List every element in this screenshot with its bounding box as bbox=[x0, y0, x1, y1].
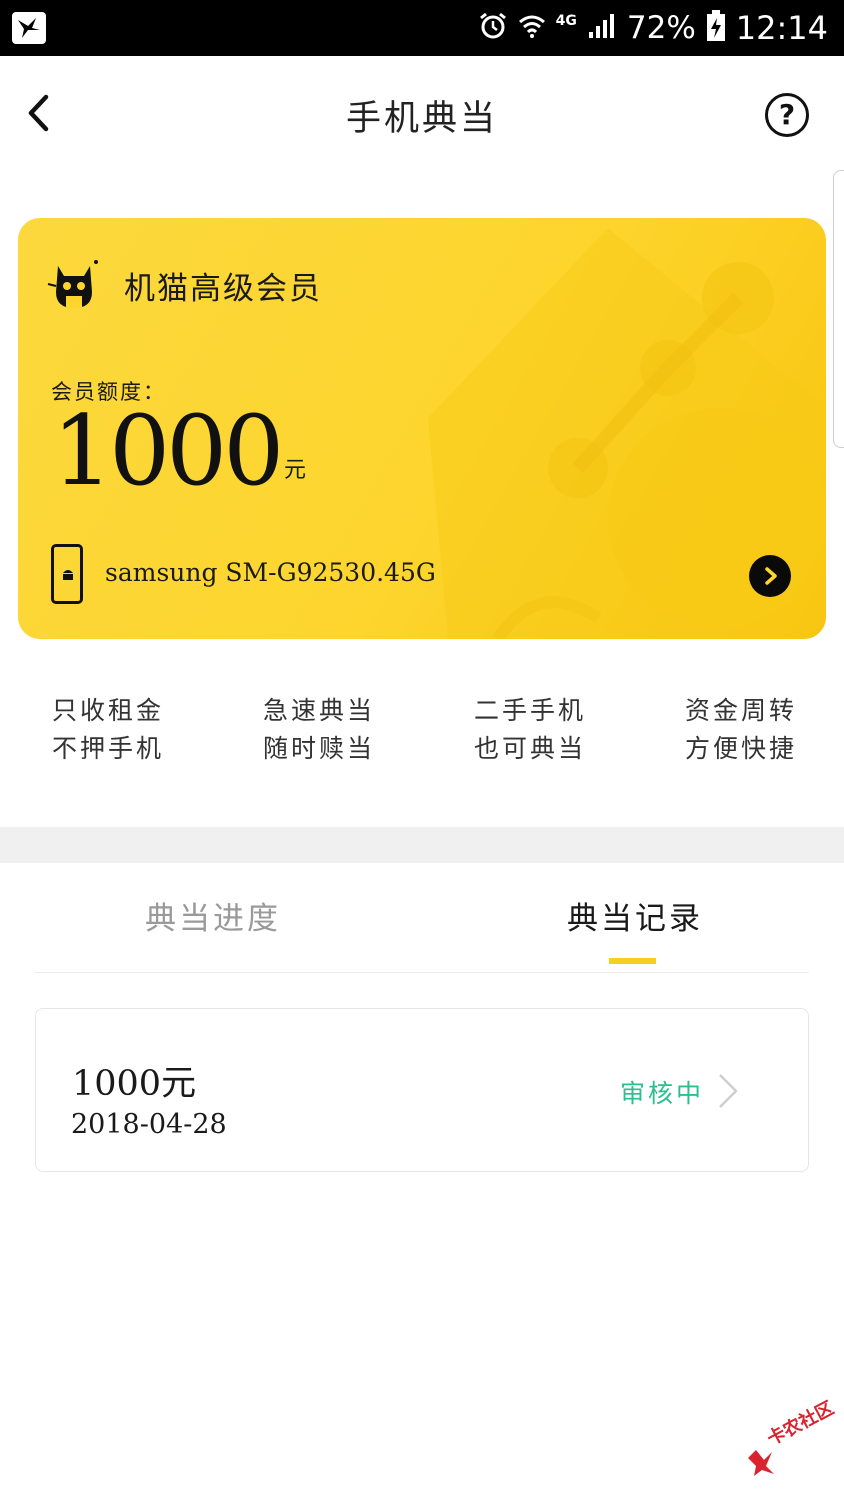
help-button[interactable]: ? bbox=[765, 93, 809, 137]
feature-item: 二手手机 也可典当 bbox=[474, 696, 587, 763]
cat-logo-icon bbox=[46, 256, 102, 312]
app-header: 手机典当 ? bbox=[0, 56, 844, 176]
device-name: samsung SM-G92530.45G bbox=[105, 558, 436, 587]
status-bar: 4G 72% 12:14 bbox=[0, 0, 844, 56]
page-title: 手机典当 bbox=[345, 99, 498, 139]
device-detail-button[interactable] bbox=[749, 555, 791, 597]
credit-unit: 元 bbox=[284, 458, 307, 483]
signal-icon bbox=[587, 12, 617, 44]
wifi-icon bbox=[518, 12, 546, 44]
chevron-right-icon bbox=[719, 1074, 738, 1108]
record-status: 审核中 bbox=[620, 1079, 705, 1108]
chevron-right-icon bbox=[765, 567, 777, 585]
feature-item: 只收租金 不押手机 bbox=[52, 696, 165, 763]
app-notification-icon bbox=[12, 12, 46, 44]
clock: 12:14 bbox=[735, 9, 828, 47]
membership-title: 机猫高级会员 bbox=[124, 271, 322, 307]
phone-icon bbox=[51, 544, 83, 604]
section-divider bbox=[0, 827, 844, 863]
credit-amount: 1000 bbox=[52, 395, 284, 507]
battery-percent: 72% bbox=[626, 10, 696, 46]
tab-bar: 典当进度 典当记录 bbox=[35, 863, 809, 973]
active-tab-indicator bbox=[609, 958, 656, 964]
tab-pawn-records[interactable]: 典当记录 bbox=[567, 893, 703, 938]
question-circle-icon: ? bbox=[778, 98, 796, 131]
feature-highlights: 只收租金 不押手机 急速典当 随时赎当 二手手机 也可典当 资金周转 方便快捷 bbox=[0, 692, 844, 782]
record-date: 2018-04-28 bbox=[71, 1109, 227, 1140]
feature-item: 资金周转 方便快捷 bbox=[685, 696, 798, 763]
alarm-icon bbox=[478, 11, 508, 45]
android-icon bbox=[63, 570, 73, 580]
edge-panel-handle[interactable] bbox=[833, 170, 844, 448]
tab-pawn-progress[interactable]: 典当进度 bbox=[145, 893, 281, 938]
feature-item: 急速典当 随时赎当 bbox=[263, 696, 376, 763]
record-card[interactable]: 1000元 2018-04-28 审核中 bbox=[35, 1008, 809, 1172]
battery-charging-icon bbox=[706, 10, 726, 46]
membership-card: 机猫高级会员 会员额度： 1000 元 samsung SM-G92530.45… bbox=[18, 218, 826, 639]
network-type: 4G bbox=[555, 13, 577, 29]
record-amount: 1000元 bbox=[72, 1064, 197, 1104]
